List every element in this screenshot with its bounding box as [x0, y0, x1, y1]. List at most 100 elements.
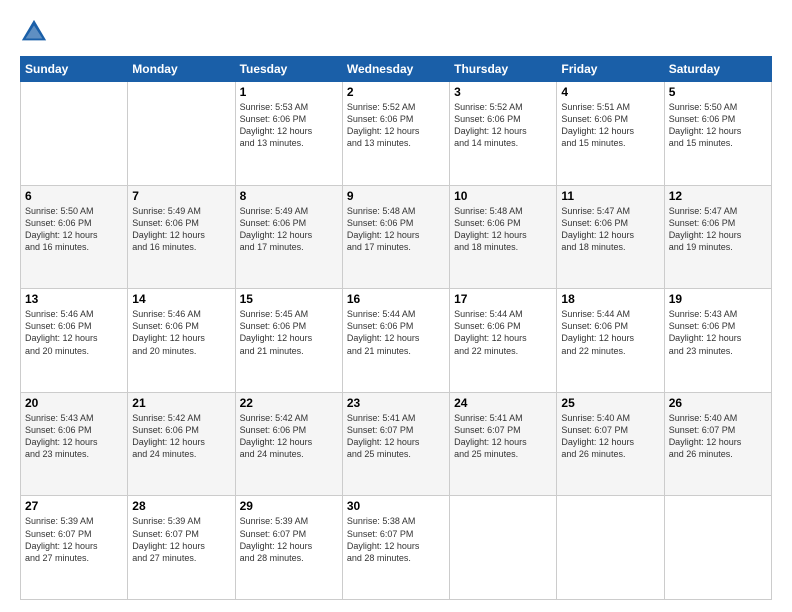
- day-info: Sunrise: 5:39 AM Sunset: 6:07 PM Dayligh…: [25, 515, 123, 564]
- header: [20, 18, 772, 46]
- week-row-4: 27Sunrise: 5:39 AM Sunset: 6:07 PM Dayli…: [21, 496, 772, 600]
- day-number: 20: [25, 396, 123, 410]
- day-cell: 8 Sunrise: 5:49 AM Sunset: 6:06 PM Daylig…: [235, 185, 342, 289]
- logo-icon: [20, 18, 48, 46]
- day-cell: 3Sunrise: 5:52 AM Sunset: 6:06 PM Daylig…: [450, 82, 557, 186]
- day-info: Sunrise: 5:41 AM Sunset: 6:07 PM Dayligh…: [454, 412, 552, 461]
- day-info: Sunrise: 5:52 AM Sunset: 6:06 PM Dayligh…: [347, 101, 445, 150]
- day-cell: [128, 82, 235, 186]
- day-info: Sunrise: 5:42 AM Sunset: 6:06 PM Dayligh…: [132, 412, 230, 461]
- day-cell: 6 Sunrise: 5:50 AM Sunset: 6:06 PM Daylig…: [21, 185, 128, 289]
- day-info: Sunrise: 5:50 AM Sunset: 6:06 PM Dayligh…: [25, 205, 123, 254]
- week-row-3: 20 Sunrise: 5:43 AM Sunset: 6:06 PM Dayli…: [21, 392, 772, 496]
- day-info: Sunrise: 5:46 AM Sunset: 6:06 PM Dayligh…: [25, 308, 123, 357]
- day-info: Sunrise: 5:39 AM Sunset: 6:07 PM Dayligh…: [240, 515, 338, 564]
- day-number: 10: [454, 189, 552, 203]
- day-info: Sunrise: 5:48 AM Sunset: 6:06 PM Dayligh…: [454, 205, 552, 254]
- day-cell: 4 Sunrise: 5:51 AM Sunset: 6:06 PM Daylig…: [557, 82, 664, 186]
- day-header-friday: Friday: [557, 57, 664, 82]
- day-header-sunday: Sunday: [21, 57, 128, 82]
- day-info: Sunrise: 5:46 AM Sunset: 6:06 PM Dayligh…: [132, 308, 230, 357]
- day-cell: 13 Sunrise: 5:46 AM Sunset: 6:06 PM Dayli…: [21, 289, 128, 393]
- day-number: 8: [240, 189, 338, 203]
- day-number: 2: [347, 85, 445, 99]
- day-cell: 5 Sunrise: 5:50 AM Sunset: 6:06 PM Daylig…: [664, 82, 771, 186]
- day-header-tuesday: Tuesday: [235, 57, 342, 82]
- day-info: Sunrise: 5:47 AM Sunset: 6:06 PM Dayligh…: [669, 205, 767, 254]
- logo: [20, 18, 52, 46]
- day-cell: 7 Sunrise: 5:49 AM Sunset: 6:06 PM Daylig…: [128, 185, 235, 289]
- day-number: 15: [240, 292, 338, 306]
- day-header-wednesday: Wednesday: [342, 57, 449, 82]
- day-info: Sunrise: 5:43 AM Sunset: 6:06 PM Dayligh…: [669, 308, 767, 357]
- day-cell: 27Sunrise: 5:39 AM Sunset: 6:07 PM Dayli…: [21, 496, 128, 600]
- day-info: Sunrise: 5:41 AM Sunset: 6:07 PM Dayligh…: [347, 412, 445, 461]
- day-number: 22: [240, 396, 338, 410]
- day-cell: 21Sunrise: 5:42 AM Sunset: 6:06 PM Dayli…: [128, 392, 235, 496]
- day-info: Sunrise: 5:40 AM Sunset: 6:07 PM Dayligh…: [561, 412, 659, 461]
- day-info: Sunrise: 5:40 AM Sunset: 6:07 PM Dayligh…: [669, 412, 767, 461]
- day-header-monday: Monday: [128, 57, 235, 82]
- day-number: 1: [240, 85, 338, 99]
- day-cell: 22 Sunrise: 5:42 AM Sunset: 6:06 PM Dayli…: [235, 392, 342, 496]
- day-number: 26: [669, 396, 767, 410]
- day-cell: 10 Sunrise: 5:48 AM Sunset: 6:06 PM Dayli…: [450, 185, 557, 289]
- day-header-thursday: Thursday: [450, 57, 557, 82]
- day-cell: 19 Sunrise: 5:43 AM Sunset: 6:06 PM Dayli…: [664, 289, 771, 393]
- day-number: 16: [347, 292, 445, 306]
- day-number: 9: [347, 189, 445, 203]
- day-info: Sunrise: 5:51 AM Sunset: 6:06 PM Dayligh…: [561, 101, 659, 150]
- day-info: Sunrise: 5:49 AM Sunset: 6:06 PM Dayligh…: [132, 205, 230, 254]
- day-number: 4: [561, 85, 659, 99]
- day-info: Sunrise: 5:49 AM Sunset: 6:06 PM Dayligh…: [240, 205, 338, 254]
- day-cell: 24 Sunrise: 5:41 AM Sunset: 6:07 PM Dayli…: [450, 392, 557, 496]
- day-number: 14: [132, 292, 230, 306]
- day-info: Sunrise: 5:52 AM Sunset: 6:06 PM Dayligh…: [454, 101, 552, 150]
- day-number: 23: [347, 396, 445, 410]
- week-row-1: 6 Sunrise: 5:50 AM Sunset: 6:06 PM Daylig…: [21, 185, 772, 289]
- day-cell: 16Sunrise: 5:44 AM Sunset: 6:06 PM Dayli…: [342, 289, 449, 393]
- day-info: Sunrise: 5:48 AM Sunset: 6:06 PM Dayligh…: [347, 205, 445, 254]
- day-info: Sunrise: 5:45 AM Sunset: 6:06 PM Dayligh…: [240, 308, 338, 357]
- day-number: 18: [561, 292, 659, 306]
- day-cell: 17Sunrise: 5:44 AM Sunset: 6:06 PM Dayli…: [450, 289, 557, 393]
- day-cell: 2 Sunrise: 5:52 AM Sunset: 6:06 PM Daylig…: [342, 82, 449, 186]
- day-cell: 18 Sunrise: 5:44 AM Sunset: 6:06 PM Dayli…: [557, 289, 664, 393]
- day-info: Sunrise: 5:38 AM Sunset: 6:07 PM Dayligh…: [347, 515, 445, 564]
- day-cell: 1 Sunrise: 5:53 AM Sunset: 6:06 PM Daylig…: [235, 82, 342, 186]
- day-info: Sunrise: 5:42 AM Sunset: 6:06 PM Dayligh…: [240, 412, 338, 461]
- day-number: 7: [132, 189, 230, 203]
- day-cell: 11Sunrise: 5:47 AM Sunset: 6:06 PM Dayli…: [557, 185, 664, 289]
- day-number: 13: [25, 292, 123, 306]
- calendar-table: SundayMondayTuesdayWednesdayThursdayFrid…: [20, 56, 772, 600]
- day-number: 19: [669, 292, 767, 306]
- day-cell: 30Sunrise: 5:38 AM Sunset: 6:07 PM Dayli…: [342, 496, 449, 600]
- day-number: 29: [240, 499, 338, 513]
- day-cell: 12Sunrise: 5:47 AM Sunset: 6:06 PM Dayli…: [664, 185, 771, 289]
- day-cell: [664, 496, 771, 600]
- day-info: Sunrise: 5:47 AM Sunset: 6:06 PM Dayligh…: [561, 205, 659, 254]
- week-row-0: 1 Sunrise: 5:53 AM Sunset: 6:06 PM Daylig…: [21, 82, 772, 186]
- calendar-header-row: SundayMondayTuesdayWednesdayThursdayFrid…: [21, 57, 772, 82]
- day-number: 6: [25, 189, 123, 203]
- day-info: Sunrise: 5:50 AM Sunset: 6:06 PM Dayligh…: [669, 101, 767, 150]
- day-cell: 29 Sunrise: 5:39 AM Sunset: 6:07 PM Dayli…: [235, 496, 342, 600]
- day-cell: 25 Sunrise: 5:40 AM Sunset: 6:07 PM Dayli…: [557, 392, 664, 496]
- day-cell: 23 Sunrise: 5:41 AM Sunset: 6:07 PM Dayli…: [342, 392, 449, 496]
- week-row-2: 13 Sunrise: 5:46 AM Sunset: 6:06 PM Dayli…: [21, 289, 772, 393]
- day-cell: 26 Sunrise: 5:40 AM Sunset: 6:07 PM Dayli…: [664, 392, 771, 496]
- day-cell: [450, 496, 557, 600]
- day-cell: 9 Sunrise: 5:48 AM Sunset: 6:06 PM Daylig…: [342, 185, 449, 289]
- day-cell: 28Sunrise: 5:39 AM Sunset: 6:07 PM Dayli…: [128, 496, 235, 600]
- day-number: 24: [454, 396, 552, 410]
- day-cell: 14 Sunrise: 5:46 AM Sunset: 6:06 PM Dayli…: [128, 289, 235, 393]
- page: SundayMondayTuesdayWednesdayThursdayFrid…: [0, 0, 792, 612]
- day-info: Sunrise: 5:44 AM Sunset: 6:06 PM Dayligh…: [561, 308, 659, 357]
- day-number: 25: [561, 396, 659, 410]
- day-info: Sunrise: 5:43 AM Sunset: 6:06 PM Dayligh…: [25, 412, 123, 461]
- day-info: Sunrise: 5:53 AM Sunset: 6:06 PM Dayligh…: [240, 101, 338, 150]
- day-number: 5: [669, 85, 767, 99]
- day-number: 28: [132, 499, 230, 513]
- day-info: Sunrise: 5:44 AM Sunset: 6:06 PM Dayligh…: [454, 308, 552, 357]
- day-cell: 15 Sunrise: 5:45 AM Sunset: 6:06 PM Dayli…: [235, 289, 342, 393]
